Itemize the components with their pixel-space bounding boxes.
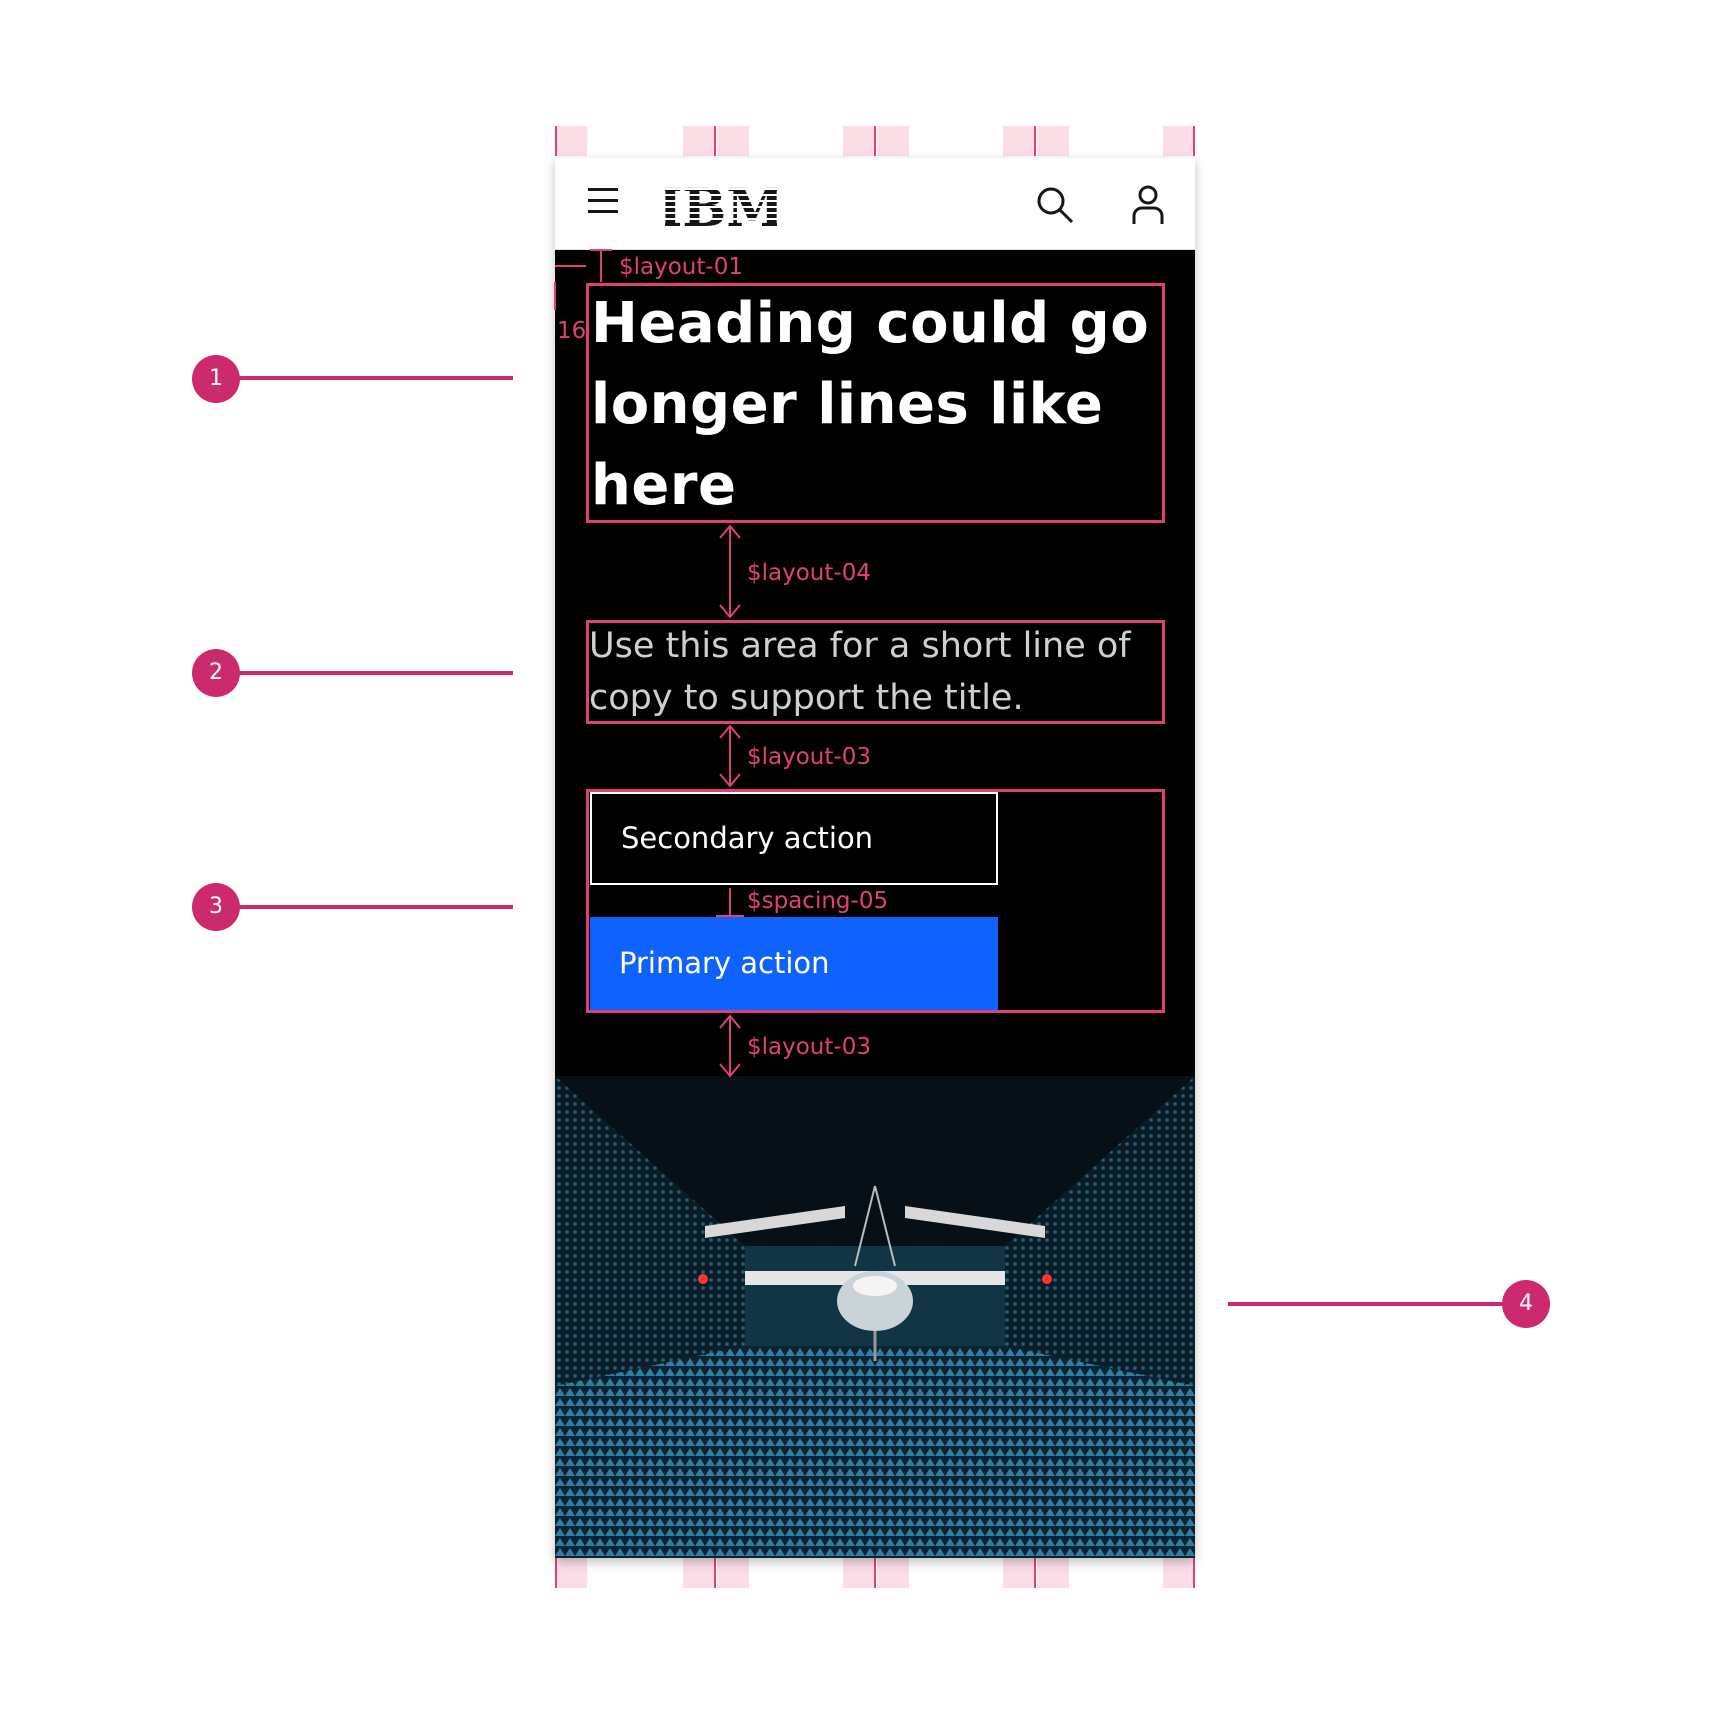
ibm-logo[interactable]: IBM bbox=[665, 184, 777, 228]
callout-1-badge: 1 bbox=[192, 355, 240, 403]
margin-16-label: 16 bbox=[557, 318, 587, 344]
masthead: IBM bbox=[555, 158, 1195, 250]
grid-columns-bottom bbox=[555, 1558, 1195, 1588]
layout-03-label-b: $layout-03 bbox=[747, 1034, 871, 1060]
user-icon[interactable] bbox=[1128, 184, 1168, 226]
callout-2-badge: 2 bbox=[192, 649, 240, 697]
callout-2-leader bbox=[238, 671, 513, 675]
svg-text:IBM: IBM bbox=[665, 184, 777, 228]
hero-image bbox=[555, 1076, 1195, 1558]
spacing-measurements bbox=[554, 249, 744, 1078]
search-icon[interactable] bbox=[1034, 184, 1076, 226]
hamburger-icon[interactable] bbox=[588, 188, 618, 214]
layout-04-label: $layout-04 bbox=[747, 560, 871, 586]
layout-03-label-a: $layout-03 bbox=[747, 744, 871, 770]
layout-01-label: $layout-01 bbox=[619, 254, 743, 280]
callout-1-leader bbox=[238, 376, 513, 380]
grid-columns-top bbox=[555, 126, 1195, 156]
callout-4-badge: 4 bbox=[1502, 1280, 1550, 1328]
callout-3-badge: 3 bbox=[192, 883, 240, 931]
spacing-05-label: $spacing-05 bbox=[747, 888, 889, 914]
callout-3-leader bbox=[238, 905, 513, 909]
callout-4-leader bbox=[1228, 1302, 1508, 1306]
